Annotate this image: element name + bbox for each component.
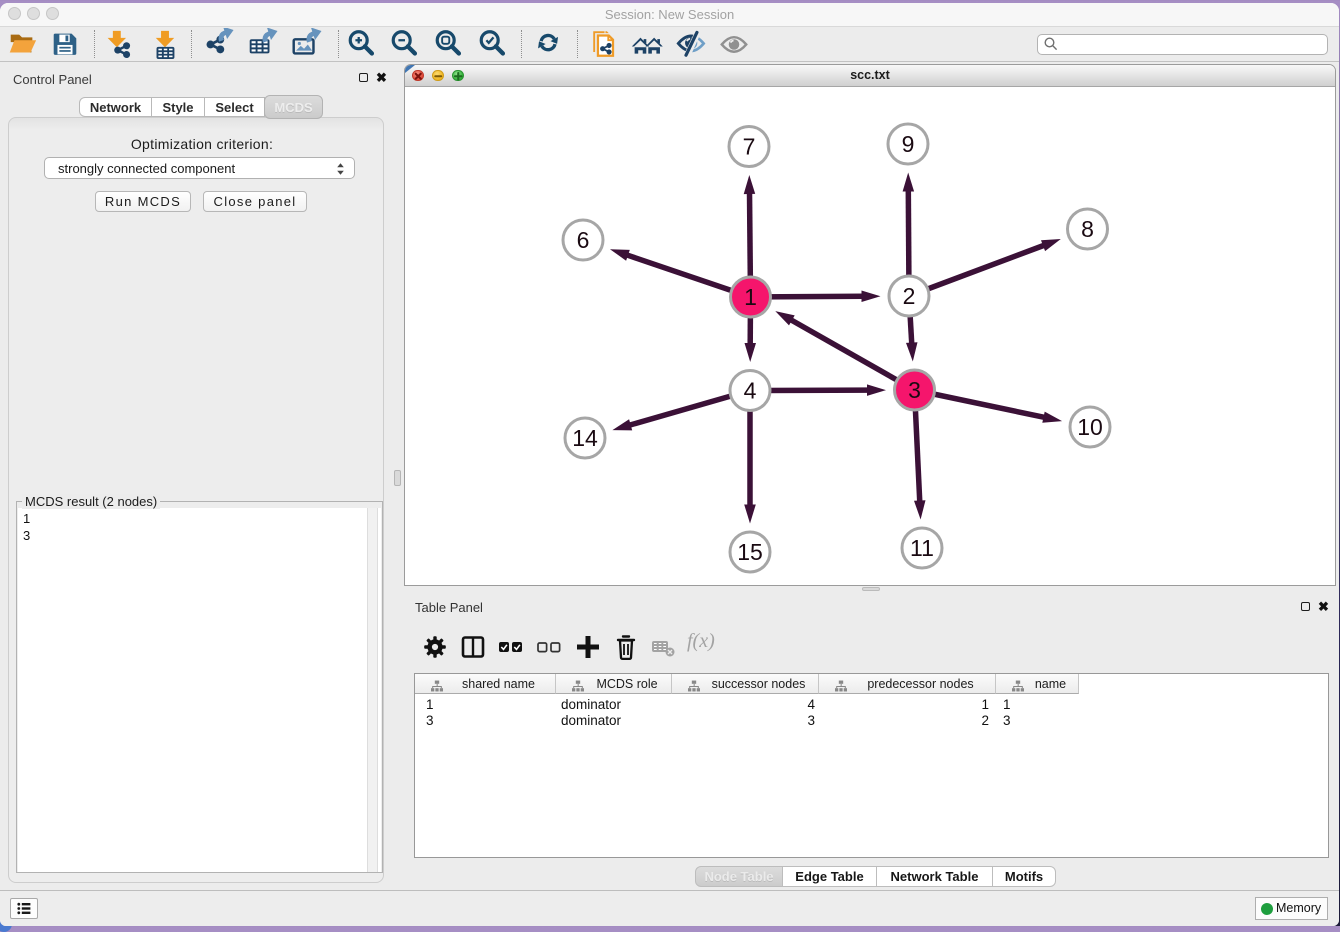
svg-text:7: 7 xyxy=(743,134,756,160)
svg-text:1: 1 xyxy=(744,284,757,310)
svg-text:15: 15 xyxy=(737,539,763,565)
svg-text:8: 8 xyxy=(1081,216,1094,242)
svg-text:9: 9 xyxy=(902,131,915,157)
svg-text:6: 6 xyxy=(577,227,590,253)
svg-text:3: 3 xyxy=(908,377,921,403)
svg-text:14: 14 xyxy=(572,425,598,451)
svg-text:11: 11 xyxy=(910,535,934,561)
svg-text:10: 10 xyxy=(1077,414,1103,440)
svg-text:2: 2 xyxy=(903,283,916,309)
svg-text:4: 4 xyxy=(744,378,757,404)
